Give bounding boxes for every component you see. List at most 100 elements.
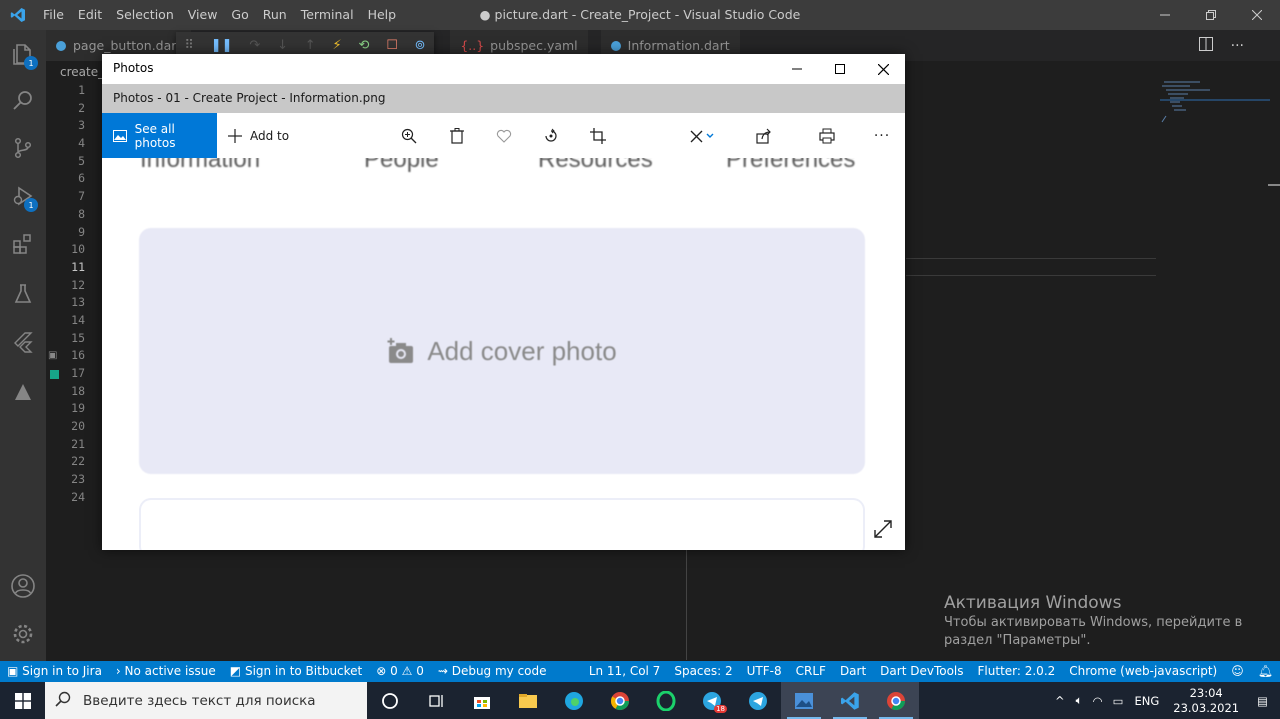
line-number-active: 11 [71, 259, 85, 274]
feedback-icon[interactable]: ☺ [1224, 661, 1251, 682]
inspect-icon[interactable]: ⊚ [415, 38, 426, 53]
more-options-icon[interactable]: ··· [867, 113, 897, 158]
step-over-icon[interactable]: ↷ [249, 38, 260, 53]
gutter-color-swatch[interactable] [50, 370, 59, 379]
line-number: 12 [71, 277, 85, 292]
run-debug-icon[interactable]: 1 [0, 172, 46, 220]
start-button[interactable] [0, 682, 45, 719]
minimap[interactable] [1160, 78, 1270, 138]
stop-icon[interactable]: ☐ [386, 38, 398, 53]
chevron-up-icon[interactable]: ^ [1049, 694, 1071, 708]
telegram-second-icon[interactable] [735, 682, 781, 719]
photos-title-bar: Photos [102, 54, 905, 84]
file-explorer-icon[interactable] [505, 682, 551, 719]
taskbar-search[interactable]: Введите здесь текст для поиска [45, 682, 367, 719]
source-control-icon[interactable] [0, 124, 46, 172]
jira-icon: ▣ [7, 664, 23, 678]
debug-badge: 1 [24, 198, 38, 212]
share-icon[interactable] [749, 113, 779, 158]
delete-icon[interactable] [442, 113, 472, 158]
image-cover-placeholder: Add cover photo [139, 228, 865, 474]
photo-viewer-image[interactable]: Information People Resources Preferences… [102, 158, 905, 550]
action-center-icon[interactable]: ▤ [1247, 694, 1280, 708]
status-spaces[interactable]: Spaces: 2 [667, 661, 739, 682]
drag-handle-icon[interactable]: ⠿ [184, 38, 194, 53]
step-out-icon[interactable]: ↑ [305, 38, 316, 53]
zoom-icon[interactable] [394, 113, 424, 158]
menu-terminal[interactable]: Terminal [294, 0, 361, 30]
status-encoding[interactable]: UTF-8 [740, 661, 789, 682]
photos-close-button[interactable] [861, 54, 905, 84]
photos-maximize-button[interactable] [818, 54, 862, 84]
menu-view[interactable]: View [181, 0, 225, 30]
add-to-button[interactable]: Add to [228, 113, 289, 158]
window-controls [1142, 0, 1280, 30]
edit-create-icon[interactable] [682, 113, 722, 158]
status-jira[interactable]: ▣ Sign in to Jira [0, 661, 109, 682]
minimize-button[interactable] [1142, 0, 1188, 30]
photos-file-title: Photos - 01 - Create Project - Informati… [113, 91, 386, 105]
menu-go[interactable]: Go [224, 0, 255, 30]
telegram-icon[interactable]: 18 [689, 682, 735, 719]
chrome-icon[interactable] [597, 682, 643, 719]
step-into-icon[interactable]: ↓ [277, 38, 288, 53]
status-issue[interactable]: › No active issue [109, 661, 223, 682]
wifi-icon[interactable]: ◠ [1088, 694, 1108, 708]
testing-flask-icon[interactable] [0, 270, 46, 318]
search-icon[interactable] [0, 76, 46, 124]
bitbucket-icon[interactable] [0, 368, 46, 416]
status-language[interactable]: Dart [833, 661, 873, 682]
menu-run[interactable]: Run [256, 0, 294, 30]
status-device[interactable]: Chrome (web-javascript) [1062, 661, 1224, 682]
clock[interactable]: 23:04 23.03.2021 [1165, 686, 1247, 716]
pause-icon[interactable]: ❚❚ [211, 38, 233, 53]
photos-minimize-button[interactable] [775, 54, 819, 84]
menu-edit[interactable]: Edit [71, 0, 109, 30]
fullscreen-expand-icon[interactable] [872, 518, 894, 540]
flutter-icon[interactable] [0, 318, 46, 366]
hot-reload-icon[interactable]: ⚡ [333, 38, 342, 53]
extensions-icon[interactable] [0, 220, 46, 268]
menu-selection[interactable]: Selection [109, 0, 181, 30]
store-icon[interactable] [459, 682, 505, 719]
notifications-bell-icon[interactable]: 🔔︎ [1251, 661, 1280, 682]
tab-label: Information.dart [627, 38, 730, 53]
status-eol[interactable]: CRLF [789, 661, 833, 682]
menu-file[interactable]: File [36, 0, 71, 30]
bitbucket-status-icon: ◩ [229, 664, 245, 678]
accounts-icon[interactable] [0, 562, 46, 610]
task-view-icon[interactable] [413, 682, 459, 719]
more-actions-icon[interactable]: ··· [1231, 38, 1244, 54]
status-flutter[interactable]: Flutter: 2.0.2 [971, 661, 1063, 682]
favorite-heart-icon[interactable] [489, 113, 519, 158]
line-number: 6 [78, 171, 85, 186]
print-icon[interactable] [812, 113, 842, 158]
crop-icon[interactable] [583, 113, 613, 158]
status-problems[interactable]: ⊗ 0 ⚠ 0 [369, 661, 431, 682]
split-editor-icon[interactable] [1198, 37, 1213, 54]
status-bitbucket[interactable]: ◩ Sign in to Bitbucket [223, 661, 369, 682]
scrollbar-thumb[interactable] [1268, 184, 1280, 186]
rotate-icon[interactable] [536, 113, 566, 158]
vscode-logo-icon[interactable] [0, 0, 36, 30]
vscode-taskbar-icon[interactable] [827, 682, 873, 719]
see-all-photos-button[interactable]: See all photos [102, 113, 217, 158]
status-devtools[interactable]: Dart DevTools [873, 661, 970, 682]
status-position[interactable]: Ln 11, Col 7 [582, 661, 668, 682]
restore-button[interactable] [1188, 0, 1234, 30]
settings-gear-icon[interactable] [0, 610, 46, 658]
input-language[interactable]: ENG [1128, 694, 1165, 708]
restart-icon[interactable]: ⟲ [358, 38, 369, 53]
volume-icon[interactable]: 🔈︎ [1071, 693, 1088, 708]
photos-app-icon[interactable] [781, 682, 827, 719]
cortana-icon[interactable] [367, 682, 413, 719]
chrome-second-icon[interactable] [873, 682, 919, 719]
opera-icon[interactable] [643, 682, 689, 719]
status-debug[interactable]: ⇝ Debug my code [431, 661, 554, 682]
edge-icon[interactable] [551, 682, 597, 719]
battery-icon[interactable]: ▭ [1108, 694, 1129, 708]
menu-help[interactable]: Help [361, 0, 404, 30]
dart-file-icon [610, 40, 621, 51]
explorer-icon[interactable]: 1 [0, 30, 46, 78]
close-button[interactable] [1234, 0, 1280, 30]
